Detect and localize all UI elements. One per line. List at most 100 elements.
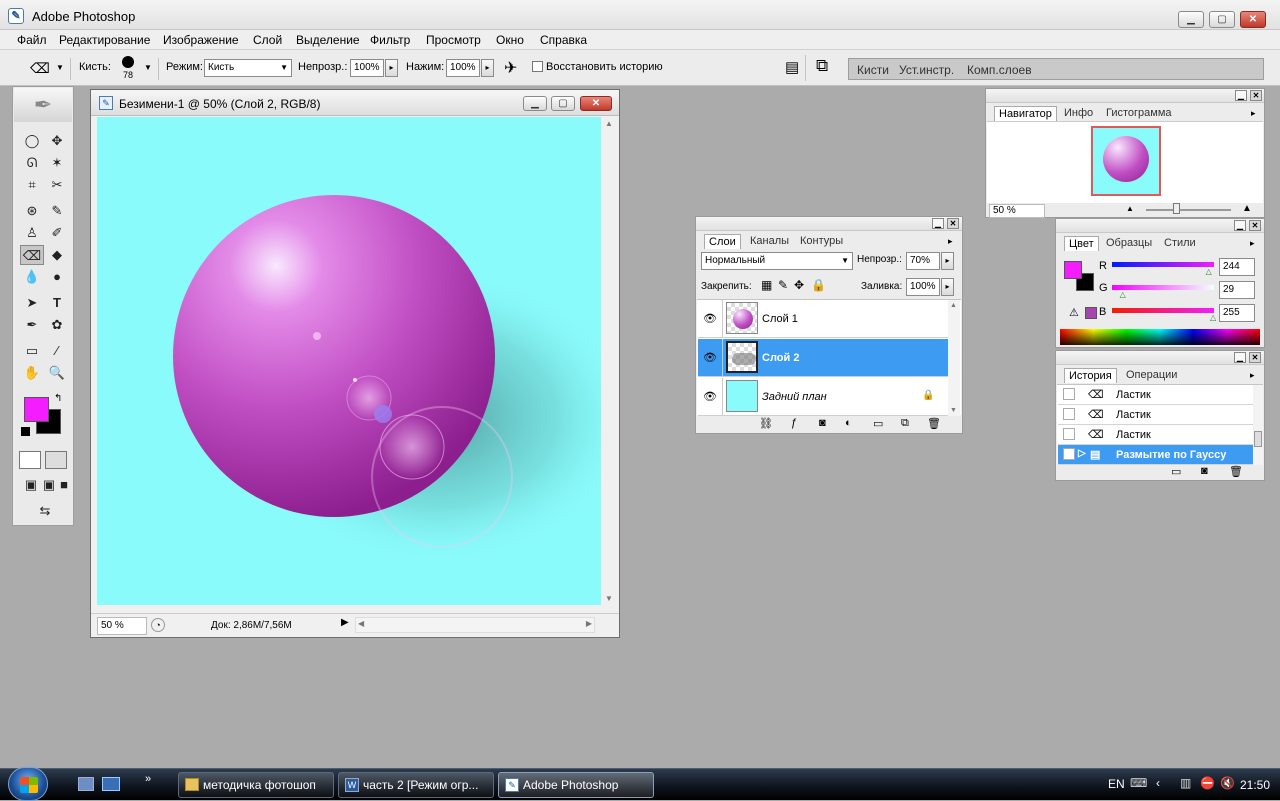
- switch-windows-icon[interactable]: [102, 777, 120, 791]
- tab-actions[interactable]: Операции: [1122, 368, 1181, 383]
- tab-histogram[interactable]: Гистограмма: [1102, 106, 1176, 121]
- history-brush-tool-icon[interactable]: ✐: [45, 223, 69, 243]
- custom-shape-tool-icon[interactable]: ✿: [45, 315, 69, 335]
- tab-info[interactable]: Инфо: [1060, 106, 1097, 121]
- g-slider[interactable]: [1112, 285, 1214, 290]
- horizontal-scrollbar[interactable]: ◀ ▶: [355, 617, 595, 633]
- trash-icon[interactable]: 🗑: [927, 417, 941, 430]
- taskbar-button-photoshop[interactable]: ✎ Adobe Photoshop: [498, 772, 654, 798]
- navigator-zoom-field[interactable]: 50 %: [989, 204, 1045, 218]
- navigator-minimize-button[interactable]: ▁: [1235, 90, 1247, 101]
- pressure-input[interactable]: 100%: [446, 59, 480, 77]
- jump-to-imageready-icon[interactable]: ⇆: [23, 501, 67, 521]
- layers-minimize-button[interactable]: ▁: [932, 218, 944, 229]
- tab-navigator[interactable]: Навигатор: [994, 106, 1057, 121]
- healing-brush-tool-icon[interactable]: ⊛: [20, 201, 44, 221]
- zoom-out-icon[interactable]: ▲: [1126, 204, 1134, 213]
- pressure-slider-button[interactable]: ▸: [481, 59, 494, 77]
- eraser-preset-icon[interactable]: ⌫: [30, 60, 50, 76]
- type-tool-icon[interactable]: T: [45, 293, 69, 313]
- image-canvas[interactable]: [97, 117, 601, 605]
- menu-select[interactable]: Выделение: [296, 33, 360, 47]
- layers-menu-icon[interactable]: ▸: [948, 236, 953, 247]
- b-value-input[interactable]: 255: [1219, 304, 1255, 322]
- well-tab-brushes[interactable]: Кисти: [857, 63, 889, 77]
- quick-mask-mode-button[interactable]: [45, 451, 67, 469]
- history-minimize-button[interactable]: ▁: [1234, 352, 1246, 363]
- color-fg-swatch[interactable]: [1064, 261, 1082, 279]
- brush-dropdown-arrow-icon[interactable]: ▼: [144, 63, 152, 72]
- crop-tool-icon[interactable]: ⌗: [20, 175, 44, 195]
- language-indicator[interactable]: EN: [1108, 777, 1125, 791]
- magic-wand-tool-icon[interactable]: ✶: [45, 153, 69, 173]
- lock-transparency-icon[interactable]: ▦: [761, 278, 772, 292]
- well-tab-layer-comps[interactable]: Комп.слоев: [967, 63, 1032, 77]
- taskbar-button-folder[interactable]: методичка фотошоп: [178, 772, 334, 798]
- preset-dropdown-arrow-icon[interactable]: ▼: [56, 63, 64, 72]
- doc-close-button[interactable]: ✕: [580, 96, 612, 111]
- palette-well-icon[interactable]: ⧉: [816, 56, 828, 76]
- new-group-icon[interactable]: ▭: [873, 417, 883, 430]
- network-icon[interactable]: ▥: [1180, 776, 1191, 790]
- adjustment-layer-icon[interactable]: ◐: [845, 417, 852, 429]
- tray-expand-icon[interactable]: ‹: [1156, 776, 1160, 790]
- b-slider-thumb[interactable]: △: [1210, 313, 1216, 322]
- menu-layer[interactable]: Слой: [253, 33, 282, 47]
- volume-icon[interactable]: 🔇: [1220, 776, 1235, 790]
- screen-mode-full-icon[interactable]: ■: [55, 475, 73, 495]
- history-close-button[interactable]: ✕: [1249, 352, 1261, 363]
- menu-window[interactable]: Окно: [496, 33, 524, 47]
- brush-tool-icon[interactable]: ✎: [45, 201, 69, 221]
- security-alert-icon[interactable]: ⛔: [1200, 776, 1215, 790]
- brush-preview-icon[interactable]: [122, 56, 134, 68]
- new-snapshot-icon[interactable]: ◙: [1201, 465, 1208, 477]
- g-slider-thumb[interactable]: △: [1120, 290, 1126, 299]
- r-slider[interactable]: [1112, 262, 1214, 267]
- history-snapshot-checkbox[interactable]: [1063, 408, 1075, 420]
- history-snapshot-checkbox[interactable]: [1063, 388, 1075, 400]
- layers-scrollbar[interactable]: ▲ ▼: [948, 300, 960, 416]
- zoom-tool-icon[interactable]: 🔍: [45, 363, 69, 383]
- color-menu-icon[interactable]: ▸: [1250, 238, 1255, 249]
- tab-swatches[interactable]: Образцы: [1102, 236, 1156, 251]
- menu-view[interactable]: Просмотр: [426, 33, 481, 47]
- color-close-button[interactable]: ✕: [1249, 220, 1261, 231]
- menu-filter[interactable]: Фильтр: [370, 33, 410, 47]
- layer-row[interactable]: 👁 Задний план 🔒: [698, 378, 948, 416]
- doc-zoom-field[interactable]: 50 %: [97, 617, 147, 635]
- file-browser-icon[interactable]: ▤: [785, 58, 799, 76]
- quicklaunch-expand-icon[interactable]: »: [145, 773, 151, 785]
- blur-tool-icon[interactable]: 💧: [20, 267, 44, 287]
- r-slider-thumb[interactable]: △: [1206, 267, 1212, 276]
- dodge-tool-icon[interactable]: ●: [45, 267, 69, 287]
- tab-layers[interactable]: Слои: [704, 234, 741, 249]
- clone-stamp-tool-icon[interactable]: ♙: [20, 223, 44, 243]
- new-layer-icon[interactable]: ⧉: [901, 417, 909, 430]
- fill-input[interactable]: 100%: [906, 278, 940, 296]
- trash-icon[interactable]: 🗑: [1229, 465, 1243, 478]
- keyboard-icon[interactable]: ⌨: [1130, 776, 1147, 790]
- maximize-button[interactable]: ▢: [1209, 11, 1235, 28]
- eyedropper-tool-icon[interactable]: ⁄: [45, 341, 69, 361]
- fill-slider-button[interactable]: ▸: [941, 278, 954, 296]
- doc-minimize-button[interactable]: ▁: [523, 96, 547, 111]
- layer-mask-icon[interactable]: ◙: [819, 417, 826, 429]
- foreground-color-swatch[interactable]: [24, 397, 49, 422]
- history-snapshot-checkbox[interactable]: [1063, 448, 1075, 460]
- tab-paths[interactable]: Контуры: [796, 234, 847, 249]
- slice-tool-icon[interactable]: ✂: [45, 175, 69, 195]
- doc-maximize-button[interactable]: ▢: [551, 96, 575, 111]
- notes-tool-icon[interactable]: ▭: [20, 341, 44, 361]
- paint-bucket-tool-icon[interactable]: ◆: [45, 245, 69, 265]
- gamut-warning-icon[interactable]: ⚠: [1069, 306, 1079, 319]
- airbrush-icon[interactable]: ✈: [504, 58, 517, 78]
- marquee-tool-icon[interactable]: ◯: [20, 131, 44, 151]
- navigator-close-button[interactable]: ✕: [1250, 90, 1262, 101]
- mode-select[interactable]: Кисть ▼: [204, 59, 292, 77]
- layers-close-button[interactable]: ✕: [947, 218, 959, 229]
- navigator-zoom-slider[interactable]: [1146, 209, 1231, 211]
- layer-opacity-slider-button[interactable]: ▸: [941, 252, 954, 270]
- lock-all-icon[interactable]: 🔒: [811, 278, 826, 292]
- start-button[interactable]: [8, 767, 48, 801]
- link-layers-icon[interactable]: ⛓: [759, 417, 773, 430]
